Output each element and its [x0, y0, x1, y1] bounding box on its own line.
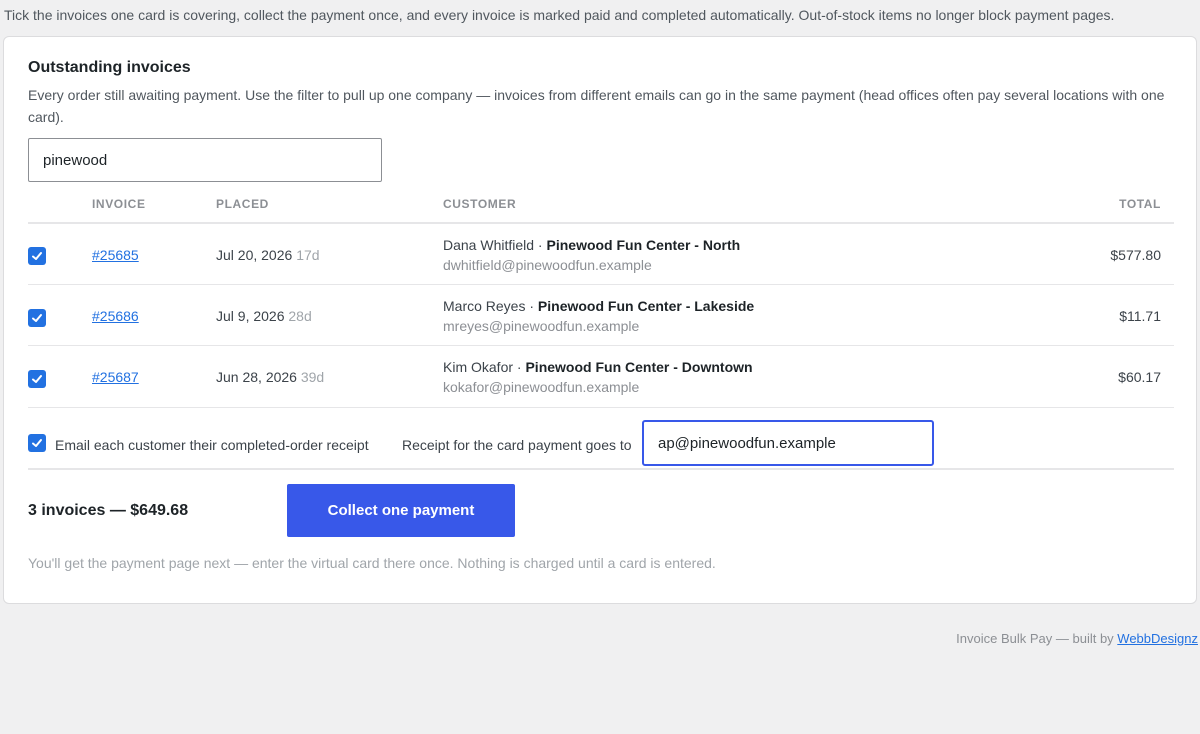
email-each-label[interactable]: Email each customer their completed-orde…	[55, 437, 369, 453]
email-each-checkbox[interactable]	[28, 434, 46, 452]
contact-name: Dana Whitfield	[443, 237, 535, 253]
header-divider	[28, 222, 1174, 224]
contact-name: Marco Reyes	[443, 298, 526, 314]
row-checkbox[interactable]	[28, 370, 46, 388]
header-customer: CUSTOMER	[443, 197, 517, 211]
row-divider	[28, 345, 1174, 346]
row-checkbox[interactable]	[28, 247, 46, 265]
checkmark-icon	[32, 439, 42, 447]
card-receipt-label: Receipt for the card payment goes to	[402, 437, 632, 453]
invoice-link[interactable]: #25687	[92, 369, 139, 385]
header-invoice: INVOICE	[92, 197, 146, 211]
invoice-link[interactable]: #25685	[92, 247, 139, 263]
contact-name: Kim Okafor	[443, 359, 514, 375]
header-total: TOTAL	[1119, 197, 1161, 211]
customer-email: dwhitfield@pinewoodfun.example	[443, 257, 652, 273]
header-placed: PLACED	[216, 197, 269, 211]
outstanding-invoices-panel: Outstanding invoices Every order still a…	[3, 36, 1197, 604]
placed-date-value: Jul 9, 2026	[216, 308, 285, 324]
invoice-link[interactable]: #25686	[92, 308, 139, 324]
filter-input[interactable]	[28, 138, 382, 182]
customer-name: Marco Reyes · Pinewood Fun Center - Lake…	[443, 298, 754, 314]
row-total: $60.17	[1118, 369, 1161, 385]
row-divider	[28, 284, 1174, 285]
payment-summary: 3 invoices — $649.68	[28, 502, 189, 519]
placed-date: Jun 28, 2026 39d	[216, 369, 324, 385]
name-separator: ·	[513, 359, 526, 375]
placed-date-value: Jul 20, 2026	[216, 247, 293, 263]
payment-note: You'll get the payment page next — enter…	[28, 555, 716, 571]
footer-divider	[28, 468, 1174, 470]
panel-title: Outstanding invoices	[28, 59, 191, 76]
company-name: Pinewood Fun Center - Lakeside	[537, 298, 755, 314]
placed-date: Jul 9, 2026 28d	[216, 308, 312, 324]
placed-date: Jul 20, 2026 17d	[216, 247, 320, 263]
collect-payment-button[interactable]: Collect one payment	[287, 484, 515, 537]
checkmark-icon	[32, 375, 42, 383]
order-age: 17d	[296, 247, 320, 263]
row-checkbox[interactable]	[28, 309, 46, 327]
company-name: Pinewood Fun Center - North	[546, 237, 741, 253]
placed-date-value: Jun 28, 2026	[216, 369, 297, 385]
credit-text: Invoice Bulk Pay — built by	[956, 631, 1118, 646]
intro-text: Tick the invoices one card is covering, …	[4, 7, 1115, 23]
row-divider	[28, 407, 1174, 408]
name-separator: ·	[534, 237, 547, 253]
order-age: 28d	[288, 308, 312, 324]
row-total: $577.80	[1110, 247, 1161, 263]
customer-name: Dana Whitfield · Pinewood Fun Center - N…	[443, 237, 740, 253]
credit-link[interactable]: WebbDesignz	[1117, 631, 1198, 646]
customer-email: kokafor@pinewoodfun.example	[443, 379, 640, 395]
panel-description: Every order still awaiting payment. Use …	[28, 87, 1165, 125]
checkmark-icon	[32, 252, 42, 260]
customer-name: Kim Okafor · Pinewood Fun Center - Downt…	[443, 359, 753, 375]
customer-email: mreyes@pinewoodfun.example	[443, 318, 640, 334]
credit-line: Invoice Bulk Pay — built by WebbDesignz	[956, 631, 1198, 646]
card-receipt-email-input[interactable]	[642, 420, 934, 466]
row-total: $11.71	[1119, 308, 1161, 324]
checkmark-icon	[32, 314, 42, 322]
order-age: 39d	[300, 369, 325, 385]
name-separator: ·	[525, 298, 538, 314]
company-name: Pinewood Fun Center - Downtown	[525, 359, 753, 375]
